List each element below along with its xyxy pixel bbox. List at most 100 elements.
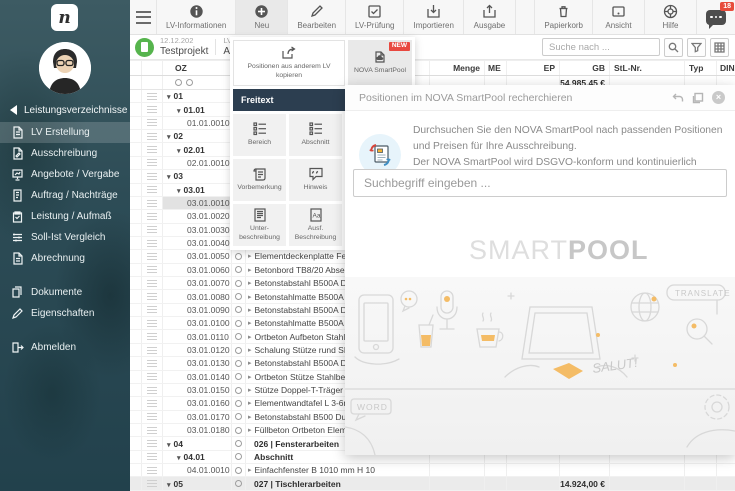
menu-tile-ausf-beschreibung[interactable]: AaAusf. Beschreibung — [289, 204, 342, 246]
toolbar-neu[interactable]: Neu — [236, 0, 288, 34]
menu-tile-vorbemerkung[interactable]: Vorbemerkung — [233, 159, 286, 201]
toolbar-lv-informationen[interactable]: LV-Informationen — [157, 0, 236, 34]
expand-arrow-icon[interactable]: ▸ — [248, 266, 252, 274]
expand-icon[interactable] — [692, 92, 704, 104]
menu-copy-positions[interactable]: Positionen aus anderem LV kopieren — [233, 40, 345, 86]
drag-handle[interactable] — [142, 304, 163, 316]
expand-arrow-icon[interactable]: ▸ — [248, 413, 252, 421]
drag-handle[interactable] — [142, 224, 163, 236]
expand-arrow-icon[interactable]: ▸ — [248, 386, 252, 394]
drag-handle[interactable] — [142, 157, 163, 169]
sidebar-item-abrechnung[interactable]: Abrechnung — [0, 248, 130, 269]
drag-handle[interactable] — [142, 397, 163, 409]
expand-arrow-icon[interactable]: ▸ — [248, 359, 252, 367]
column-header-oz[interactable]: OZ — [163, 61, 232, 75]
menu-toggle-button[interactable] — [130, 0, 157, 34]
drag-handle[interactable] — [142, 344, 163, 356]
drag-handle[interactable] — [142, 210, 163, 222]
drag-handle[interactable] — [142, 411, 163, 423]
toolbar-bearbeiten[interactable]: Bearbeiten — [288, 0, 346, 34]
close-icon[interactable]: × — [712, 91, 725, 104]
undo-icon[interactable] — [672, 92, 684, 104]
chat-button[interactable]: 18 — [697, 0, 735, 34]
sidebar-back-link[interactable]: Leistungsverzeichnisse — [0, 101, 130, 119]
collapse-caret-icon[interactable]: ▾ — [167, 94, 171, 101]
drag-handle[interactable] — [142, 477, 163, 489]
drag-handle[interactable] — [142, 424, 163, 436]
nova-logo[interactable]: n — [51, 4, 78, 31]
drag-handle[interactable] — [142, 371, 163, 383]
sidebar-item-soll-ist-vergleich[interactable]: Soll-Ist Vergleich — [0, 227, 130, 248]
column-header-menge[interactable]: Menge — [430, 61, 485, 75]
drag-handle[interactable] — [142, 170, 163, 182]
expand-arrow-icon[interactable]: ▸ — [248, 346, 252, 354]
smartpool-search-input[interactable] — [353, 169, 727, 197]
expand-arrow-icon[interactable]: ▸ — [248, 399, 252, 407]
collapse-caret-icon[interactable]: ▾ — [167, 134, 171, 141]
drag-handle[interactable] — [142, 130, 163, 142]
toolbar-importieren[interactable]: Importieren — [404, 0, 463, 34]
project-info[interactable]: 12.12.202 Testprojekt — [160, 37, 208, 56]
sidebar-item-auftrag-nachträge[interactable]: Auftrag / Nachträge — [0, 185, 130, 206]
drag-handle[interactable] — [142, 117, 163, 129]
collapse-caret-icon[interactable]: ▾ — [177, 108, 181, 115]
sidebar-item-ausschreibung[interactable]: Ausschreibung — [0, 143, 130, 164]
collapse-caret-icon[interactable]: ▾ — [167, 482, 171, 489]
table-row-04.01.0010[interactable]: 04.01.0010▸Einfachfenster B 1010 mm H 10 — [130, 464, 735, 477]
drag-handle[interactable] — [142, 277, 163, 289]
menu-nova-smartpool[interactable]: NEW NOVA SmartPool — [348, 40, 412, 86]
drag-handle[interactable] — [142, 90, 163, 102]
drag-handle[interactable] — [142, 197, 163, 209]
sidebar-item-leistung-aufmaß[interactable]: Leistung / Aufmaß — [0, 206, 130, 227]
drag-handle[interactable] — [142, 184, 163, 196]
column-header-stl[interactable]: StL-Nr. — [610, 61, 685, 75]
collapse-caret-icon[interactable]: ▾ — [177, 455, 181, 462]
expand-arrow-icon[interactable]: ▸ — [248, 333, 252, 341]
drag-handle[interactable] — [142, 464, 163, 476]
sidebar-item-dokumente[interactable]: Dokumente — [0, 282, 130, 303]
filter-icons[interactable] — [163, 79, 193, 86]
drag-handle[interactable] — [142, 330, 163, 342]
drag-handle[interactable] — [142, 143, 163, 155]
search-button[interactable] — [664, 38, 683, 57]
menu-tile-abschnitt[interactable]: Abschnitt — [289, 114, 342, 156]
drag-handle[interactable] — [142, 237, 163, 249]
expand-arrow-icon[interactable]: ▸ — [248, 373, 252, 381]
user-avatar[interactable] — [39, 42, 91, 94]
drag-handle[interactable] — [142, 357, 163, 369]
table-row-05[interactable]: ▾05027 | Tischlerarbeiten14.924,00 € — [130, 477, 735, 490]
collapse-caret-icon[interactable]: ▾ — [167, 442, 171, 449]
expand-arrow-icon[interactable]: ▸ — [248, 252, 252, 260]
sidebar-item-lv-erstellung[interactable]: LV Erstellung — [0, 122, 130, 143]
column-header-ep[interactable]: EP — [507, 61, 560, 75]
collapse-caret-icon[interactable]: ▾ — [167, 174, 171, 181]
sidebar-item-angebote-vergabe[interactable]: Angebote / Vergabe — [0, 164, 130, 185]
toolbar-ausgabe[interactable]: Ausgabe — [464, 0, 516, 34]
menu-tile-unter-beschreibung[interactable]: Unter-beschreibung — [233, 204, 286, 246]
column-header-me[interactable]: ME — [485, 61, 507, 75]
expand-arrow-icon[interactable]: ▸ — [248, 466, 252, 474]
toolbar-hilfe[interactable]: Hilfe — [645, 0, 697, 34]
drag-handle[interactable] — [142, 451, 163, 463]
search-input[interactable] — [542, 38, 660, 56]
column-header-gb[interactable]: GB — [560, 61, 610, 75]
expand-arrow-icon[interactable]: ▸ — [248, 306, 252, 314]
expand-arrow-icon[interactable]: ▸ — [248, 426, 252, 434]
sidebar-item-abmelden[interactable]: Abmelden — [0, 337, 130, 358]
expand-arrow-icon[interactable]: ▸ — [248, 279, 252, 287]
toolbar-papierkorb[interactable]: Papierkorb — [534, 0, 593, 34]
collapse-caret-icon[interactable]: ▾ — [177, 148, 181, 155]
column-header-din[interactable]: DIN 276 — [717, 61, 735, 75]
drag-handle[interactable] — [142, 103, 163, 115]
sidebar-item-eigenschaften[interactable]: Eigenschaften — [0, 303, 130, 324]
column-header-typ[interactable]: Typ — [685, 61, 717, 75]
menu-tile-hinweis[interactable]: Hinweis — [289, 159, 342, 201]
drag-handle[interactable] — [142, 317, 163, 329]
columns-button[interactable] — [710, 38, 729, 57]
drag-handle[interactable] — [142, 437, 163, 449]
drag-handle[interactable] — [142, 384, 163, 396]
drag-handle[interactable] — [142, 290, 163, 302]
expand-arrow-icon[interactable]: ▸ — [248, 319, 252, 327]
toolbar-lv-pruefung[interactable]: LV-Prüfung — [346, 0, 404, 34]
collapse-caret-icon[interactable]: ▾ — [177, 188, 181, 195]
